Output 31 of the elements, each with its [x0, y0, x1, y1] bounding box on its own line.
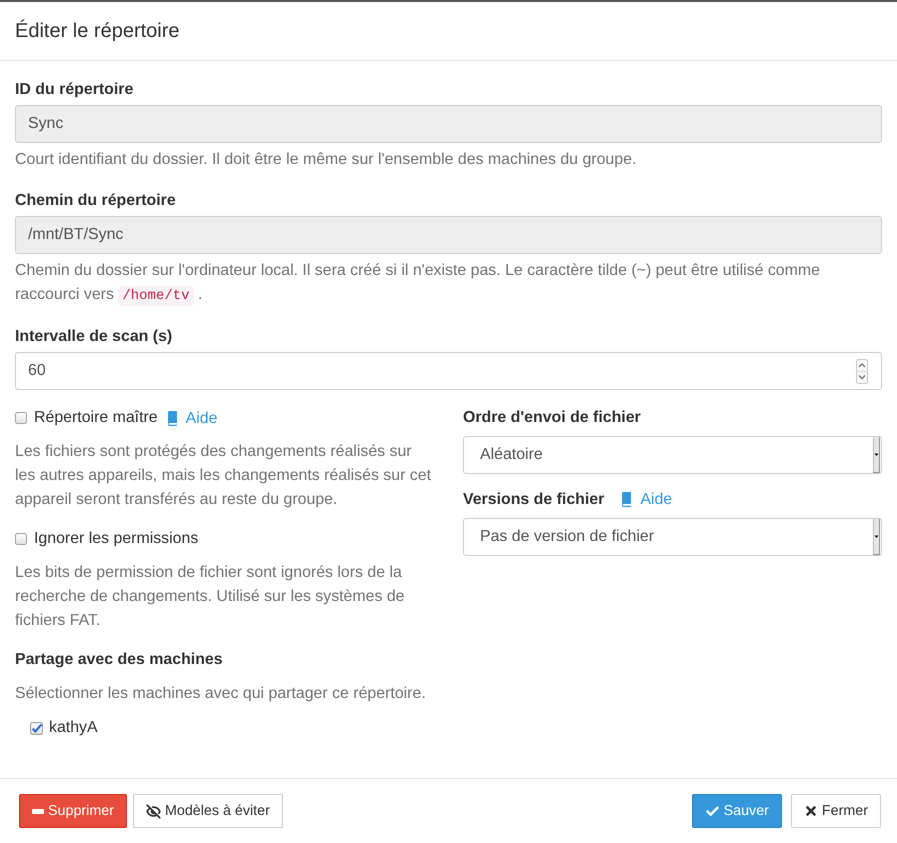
- checkbox[interactable]: [15, 533, 27, 545]
- book-icon: [166, 410, 178, 426]
- ignore-button[interactable]: Modèles à éviter: [132, 794, 283, 828]
- field-label: Versions de fichier: [463, 490, 604, 510]
- field-label: Intervalle de scan (s): [15, 327, 174, 347]
- number-field[interactable]: 60: [15, 352, 882, 390]
- minus-icon: [32, 808, 44, 814]
- checkbox-label[interactable]: Répertoire maître: [34, 406, 158, 430]
- select-field[interactable]: Aléatoire: [463, 436, 882, 474]
- option-description: Les bits de permission de fichier sont ignorés lors de la recherche de changements. Utilisé sur les systèmes de fichiers FAT.: [15, 563, 406, 631]
- close-button[interactable]: Fermer: [790, 794, 881, 828]
- field-label: Partage avec des machines: [15, 650, 224, 670]
- check-icon: [704, 804, 720, 818]
- help-text: Chemin du dossier sur l'ordinateur local. Il sera créé si il n'existe pas. Le caractère tilde (~) peut être utilisé comme raccourci vers /home/tv .: [15, 261, 821, 308]
- field-label: Chemin du répertoire: [15, 191, 177, 211]
- option-description: Les fichiers sont protégés des changements réalisés sur les autres appareils, mais les changements réalisés sur cet appareil seront transférés au reste du groupe.: [15, 442, 432, 510]
- spinner-icon[interactable]: [856, 358, 868, 384]
- dialog-title: Éditer le répertoire: [15, 18, 181, 44]
- eye-slash-icon: [146, 804, 161, 818]
- checkbox[interactable]: [15, 412, 27, 424]
- help-text: Sélectionner les machines avec qui partager ce répertoire.: [15, 684, 427, 704]
- device-label[interactable]: kathyA: [49, 716, 98, 740]
- close-icon: [804, 804, 818, 818]
- select-field[interactable]: Pas de version de fichier: [463, 518, 882, 556]
- field-label: ID du répertoire: [15, 80, 134, 100]
- checkbox[interactable]: [30, 722, 43, 734]
- checkbox-label[interactable]: Ignorer les permissions: [34, 527, 198, 551]
- help-text: Court identifiant du dossier. Il doit être le même sur l'ensemble des machines du groupe.: [15, 150, 638, 170]
- book-icon: [621, 492, 632, 507]
- field-label: Ordre d'envoi de fichier: [463, 408, 641, 428]
- delete-button[interactable]: Supprimer: [19, 794, 127, 828]
